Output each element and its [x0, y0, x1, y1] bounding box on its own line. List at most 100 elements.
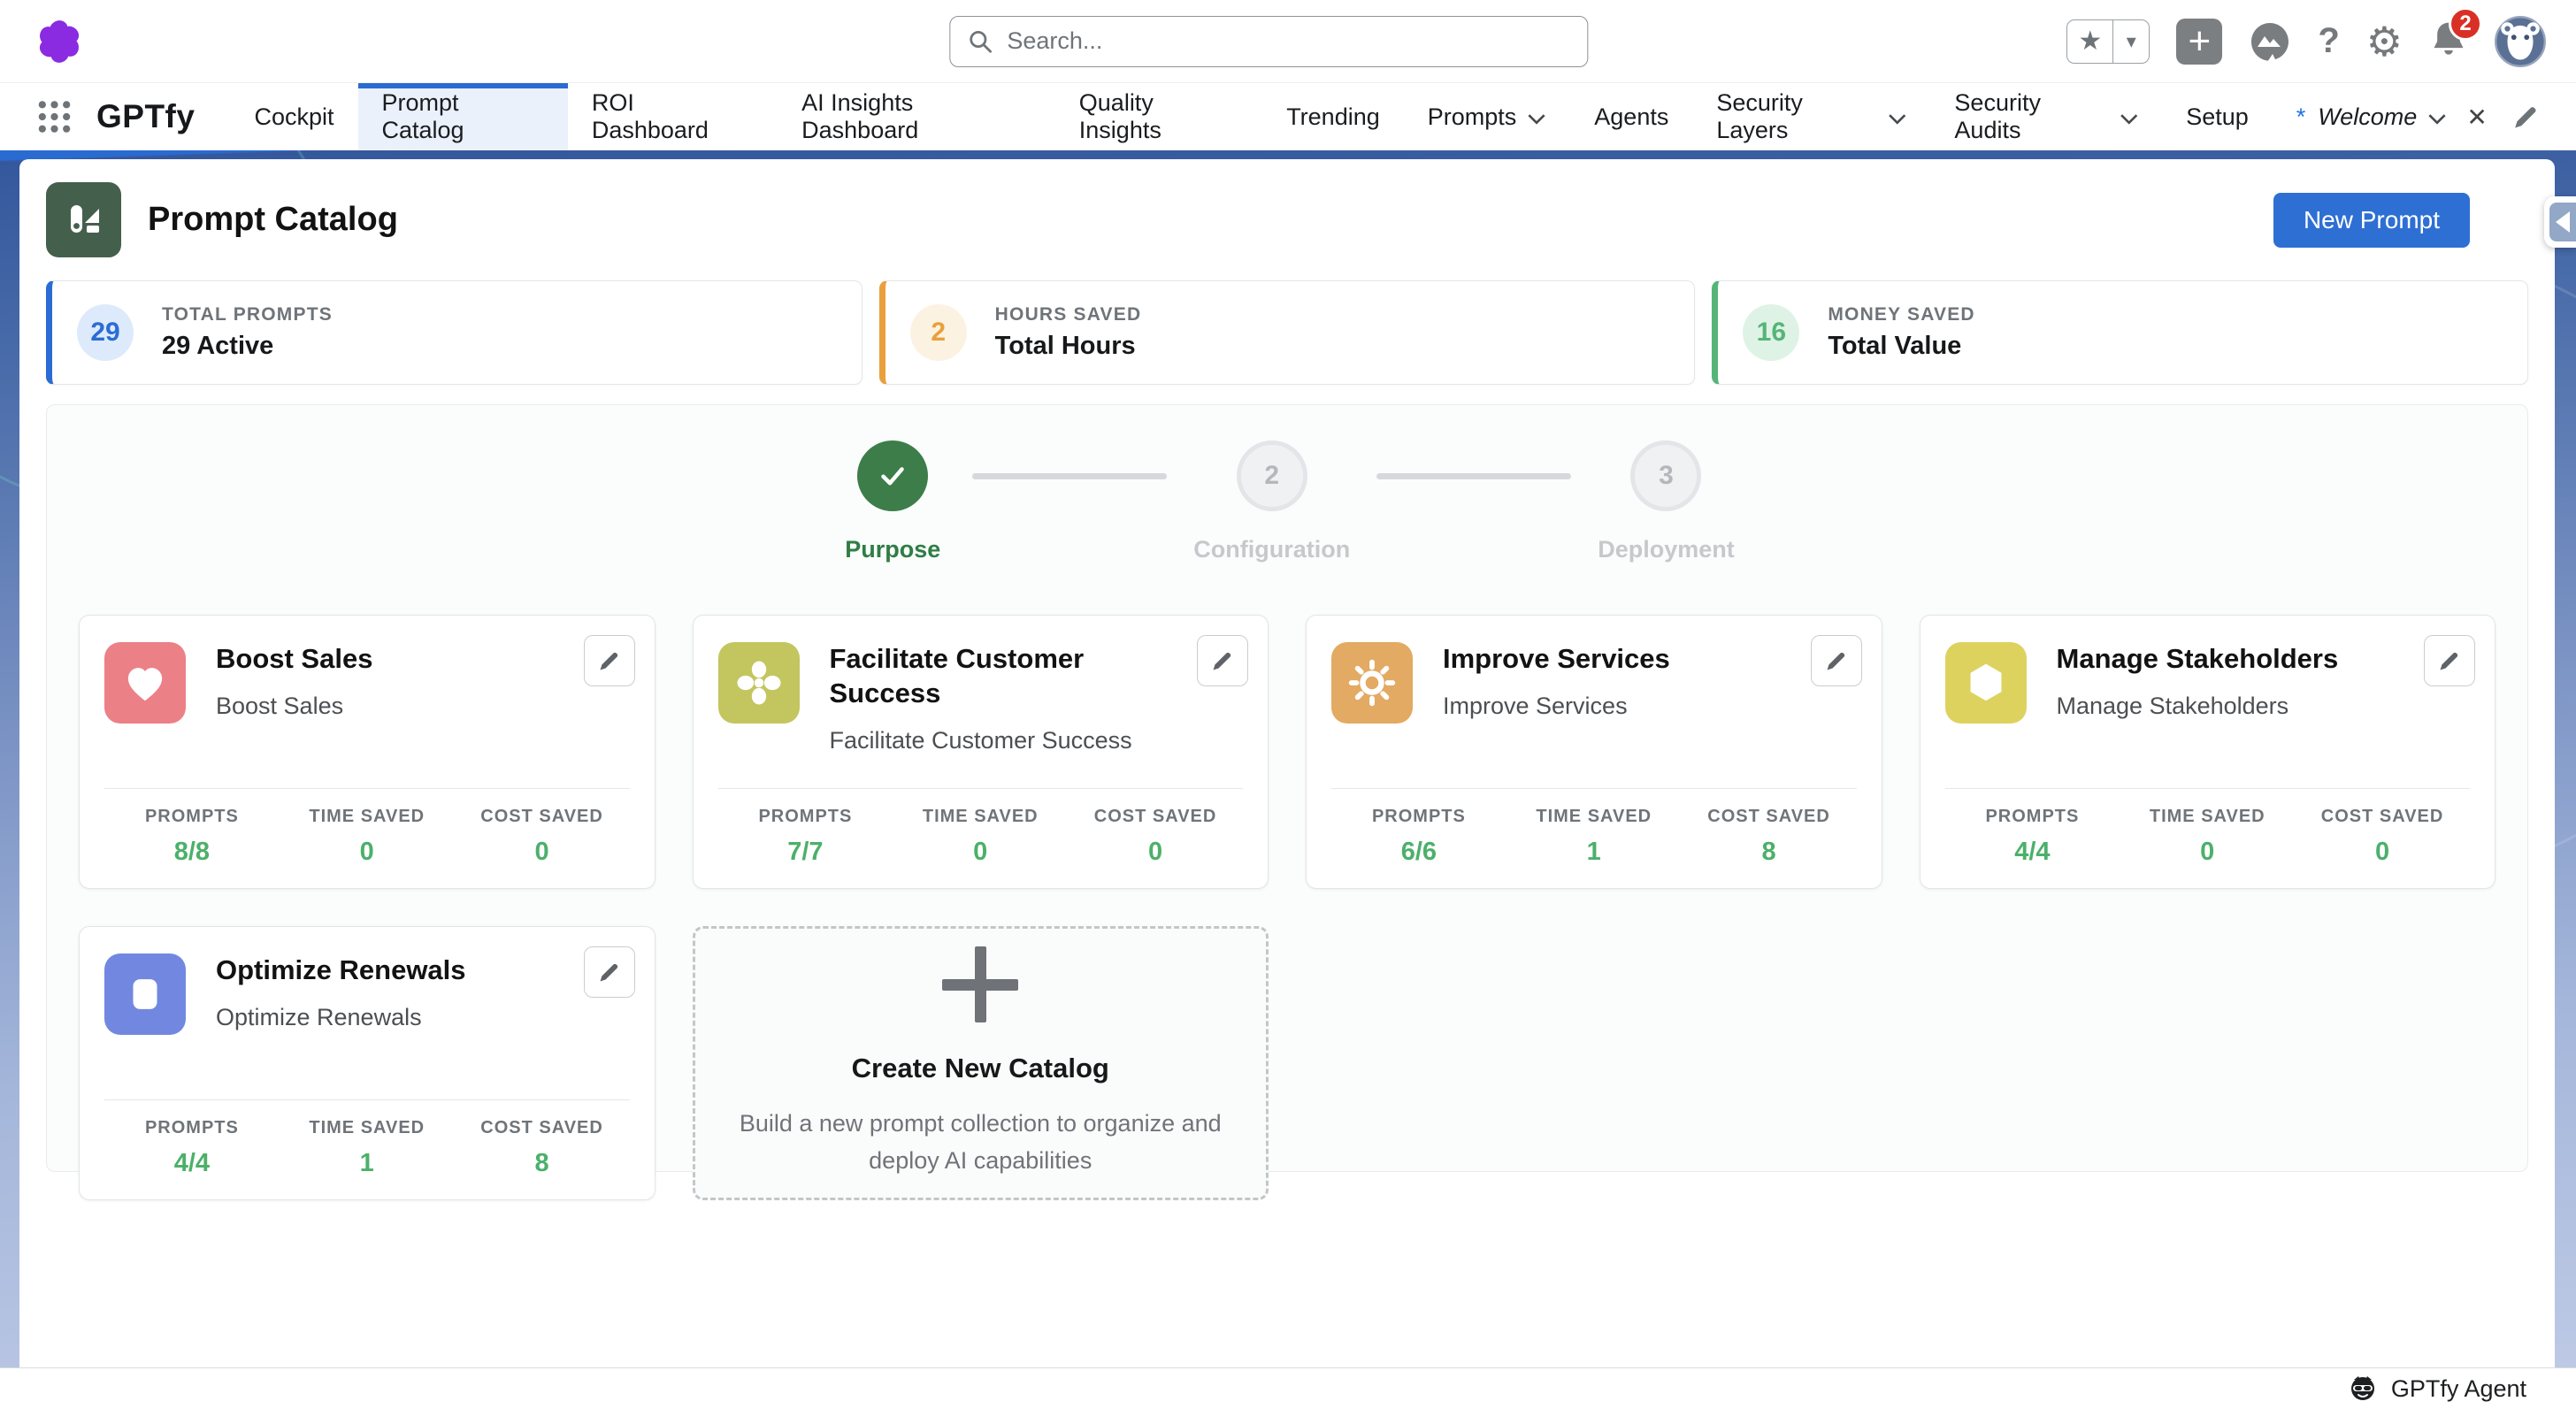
stat-value: Total Value — [1828, 332, 1974, 361]
check-icon — [877, 460, 908, 492]
stat-value: Total Hours — [995, 332, 1142, 361]
close-tab-icon[interactable]: ✕ — [2466, 103, 2487, 132]
pencil-icon — [2437, 648, 2462, 673]
expand-side-panel-handle[interactable] — [2544, 196, 2576, 248]
catalog-card-improve-services[interactable]: Improve Services Improve Services PROMPT… — [1306, 615, 1882, 889]
catalog-card-facilitate-customer-success[interactable]: Facilitate Customer Success Facilitate C… — [693, 615, 1269, 889]
app-launcher-icon[interactable] — [35, 97, 73, 136]
chevron-left-icon — [2549, 203, 2576, 241]
time-saved-label: TIME SAVED — [309, 1118, 425, 1138]
tab-label: Prompt Catalog — [382, 89, 544, 144]
catalog-section: Purpose 2 Configuration 3 Deployment — [46, 404, 2528, 1172]
stat-label: TOTAL PROMPTS — [162, 304, 333, 325]
edit-page-icon[interactable] — [2511, 102, 2541, 132]
trailhead-icon[interactable] — [2249, 20, 2291, 63]
edit-catalog-button[interactable] — [584, 635, 635, 686]
global-header: ★ ▾ + ? ⚙ 2 — [0, 0, 2576, 83]
tab-security-layers[interactable]: Security Layers — [1692, 83, 1930, 150]
stat-value: 29 Active — [162, 332, 333, 361]
stat-card-total-prompts: 29 TOTAL PROMPTS 29 Active — [46, 280, 862, 385]
tab-agents[interactable]: Agents — [1570, 83, 1692, 150]
tab-quality-insights[interactable]: Quality Insights — [1055, 83, 1262, 150]
time-saved-value: 1 — [1587, 838, 1601, 867]
tab-label: Welcome — [2318, 103, 2417, 131]
stat-card-money-saved: 16 MONEY SAVED Total Value — [1712, 280, 2528, 385]
catalog-card-manage-stakeholders[interactable]: Manage Stakeholders Manage Stakeholders … — [1920, 615, 2496, 889]
search-icon — [967, 28, 993, 55]
tab-setup[interactable]: Setup — [2162, 83, 2273, 150]
cost-saved-label: COST SAVED — [2321, 807, 2444, 827]
search-input[interactable] — [949, 16, 1588, 67]
create-new-catalog-card[interactable]: Create New Catalog Build a new prompt co… — [693, 926, 1269, 1200]
catalog-subtitle: Manage Stakeholders — [2057, 693, 2339, 720]
tab-prompts[interactable]: Prompts — [1404, 83, 1571, 150]
stat-badge: 2 — [910, 304, 967, 361]
rounded-square-icon — [104, 953, 186, 1035]
edit-catalog-button[interactable] — [1811, 635, 1862, 686]
app-nav-bar: GPTfy Cockpit Prompt Catalog ROI Dashboa… — [0, 83, 2576, 150]
cost-saved-value: 0 — [2375, 838, 2389, 867]
cost-saved-label: COST SAVED — [480, 1118, 603, 1138]
stat-label: MONEY SAVED — [1828, 304, 1974, 325]
prompts-label: PROMPTS — [758, 807, 852, 827]
step-circle[interactable] — [857, 440, 928, 511]
tab-cockpit[interactable]: Cockpit — [230, 83, 357, 150]
setup-gear-icon[interactable]: ⚙ — [2366, 18, 2403, 65]
time-saved-value: 1 — [360, 1149, 374, 1178]
avatar[interactable] — [2495, 16, 2546, 67]
wizard-progress: Purpose 2 Configuration 3 Deployment — [79, 440, 2496, 563]
prompt-catalog-icon — [46, 182, 121, 257]
tab-label: ROI Dashboard — [592, 89, 754, 144]
catalog-card-optimize-renewals[interactable]: Optimize Renewals Optimize Renewals PROM… — [79, 926, 656, 1200]
catalog-grid: Boost Sales Boost Sales PROMPTS8/8 TIME … — [79, 615, 2496, 1200]
time-saved-value: 0 — [2200, 838, 2214, 867]
cost-saved-value: 8 — [1762, 838, 1776, 867]
tab-trending[interactable]: Trending — [1262, 83, 1404, 150]
cost-saved-value: 8 — [535, 1149, 549, 1178]
favorites-dropdown-icon[interactable]: ▾ — [2113, 20, 2149, 63]
prompts-label: PROMPTS — [145, 807, 239, 827]
tab-security-audits[interactable]: Security Audits — [1930, 83, 2162, 150]
agent-launcher[interactable]: GPTfy Agent — [2391, 1375, 2526, 1403]
catalog-title: Manage Stakeholders — [2057, 642, 2339, 677]
hexagon-icon — [1945, 642, 2027, 724]
new-prompt-button[interactable]: New Prompt — [2273, 193, 2470, 248]
notifications-bell[interactable]: 2 — [2429, 19, 2468, 63]
catalog-card-boost-sales[interactable]: Boost Sales Boost Sales PROMPTS8/8 TIME … — [79, 615, 656, 889]
brand-logo-icon — [32, 14, 87, 69]
prompts-label: PROMPTS — [145, 1118, 239, 1138]
pencil-icon — [597, 648, 622, 673]
add-icon[interactable]: + — [2176, 19, 2222, 65]
edit-catalog-button[interactable] — [584, 946, 635, 998]
stat-card-hours-saved: 2 HOURS SAVED Total Hours — [879, 280, 1696, 385]
help-icon[interactable]: ? — [2318, 21, 2339, 61]
edit-catalog-button[interactable] — [1197, 635, 1248, 686]
time-saved-label: TIME SAVED — [2150, 807, 2266, 827]
edit-catalog-button[interactable] — [2424, 635, 2475, 686]
agent-robot-icon — [2349, 1375, 2377, 1403]
cost-saved-label: COST SAVED — [1707, 807, 1830, 827]
heart-icon — [104, 642, 186, 724]
catalog-subtitle: Improve Services — [1443, 693, 1670, 720]
step-circle[interactable]: 3 — [1630, 440, 1701, 511]
tab-label: Security Audits — [1954, 89, 2108, 144]
catalog-title: Facilitate Customer Success — [830, 642, 1182, 711]
prompts-value: 6/6 — [1401, 838, 1437, 867]
tab-ai-insights-dashboard[interactable]: AI Insights Dashboard — [778, 83, 1055, 150]
tab-prompt-catalog[interactable]: Prompt Catalog — [358, 83, 568, 150]
app-name: GPTfy — [96, 98, 195, 135]
favorites-star-icon[interactable]: ★ — [2067, 20, 2113, 63]
step-label: Purpose — [845, 536, 940, 563]
step-label: Deployment — [1598, 536, 1735, 563]
step-circle[interactable]: 2 — [1237, 440, 1307, 511]
time-saved-label: TIME SAVED — [923, 807, 1039, 827]
tab-roi-dashboard[interactable]: ROI Dashboard — [568, 83, 778, 150]
plus-icon — [942, 946, 1018, 1022]
cost-saved-value: 0 — [535, 838, 549, 867]
cost-saved-value: 0 — [1148, 838, 1162, 867]
chevron-down-icon — [1527, 113, 1546, 125]
tab-welcome[interactable]: * Welcome ✕ — [2273, 83, 2511, 150]
chevron-down-icon — [2120, 113, 2138, 125]
create-card-description: Build a new prompt collection to organiz… — [722, 1106, 1240, 1180]
tab-label: Setup — [2186, 103, 2249, 131]
